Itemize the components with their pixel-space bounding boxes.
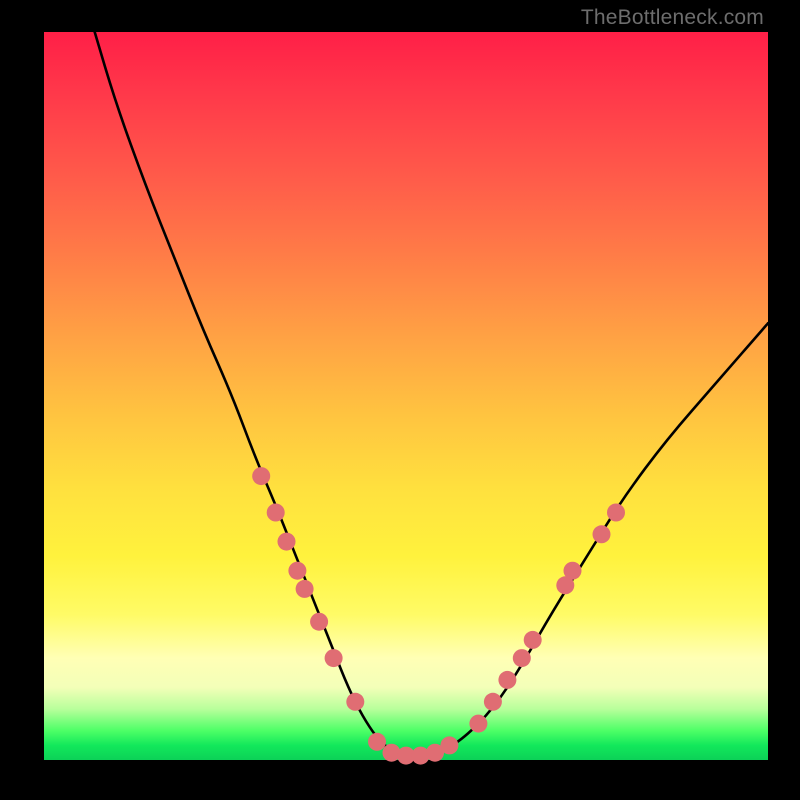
curve-marker <box>484 693 502 711</box>
curve-marker <box>325 649 343 667</box>
curve-marker <box>469 715 487 733</box>
curve-marker <box>288 562 306 580</box>
curve-marker <box>346 693 364 711</box>
curve-group <box>95 32 768 756</box>
curve-marker <box>368 733 386 751</box>
plot-area <box>44 32 768 760</box>
curve-marker <box>593 525 611 543</box>
bottleneck-curve-svg <box>44 32 768 760</box>
curve-marker <box>440 736 458 754</box>
curve-marker <box>267 504 285 522</box>
chart-stage: TheBottleneck.com <box>0 0 800 800</box>
curve-marker <box>310 613 328 631</box>
curve-marker <box>278 533 296 551</box>
curve-marker <box>498 671 516 689</box>
curve-marker <box>252 467 270 485</box>
curve-marker <box>564 562 582 580</box>
watermark-text: TheBottleneck.com <box>581 6 764 30</box>
curve-marker <box>524 631 542 649</box>
bottleneck-curve-path <box>95 32 768 756</box>
curve-marker <box>296 580 314 598</box>
marker-group <box>252 467 625 764</box>
curve-marker <box>513 649 531 667</box>
curve-marker <box>607 504 625 522</box>
